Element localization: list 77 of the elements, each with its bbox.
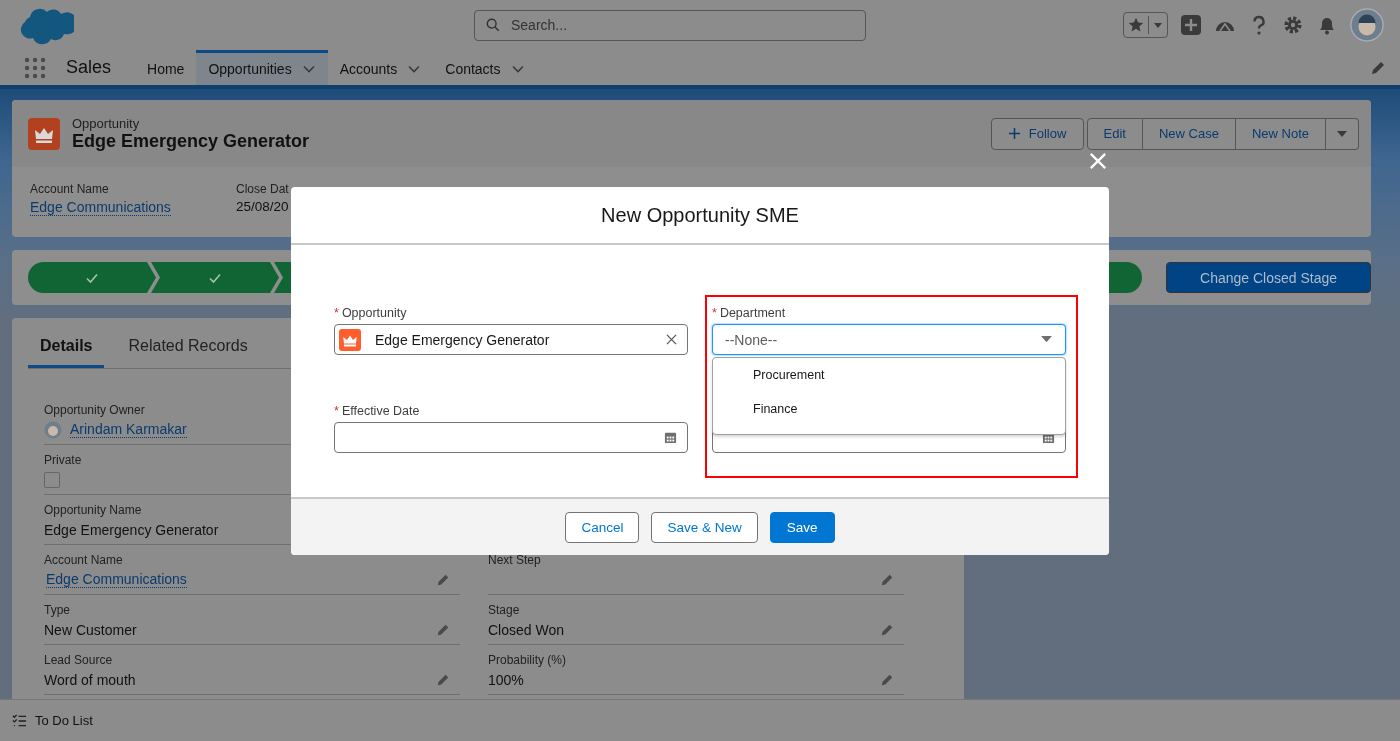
field-label: Account Name [44, 552, 123, 567]
clear-icon[interactable] [666, 334, 677, 345]
crown-icon [339, 328, 361, 351]
plus-icon[interactable] [1180, 14, 1202, 36]
account-link[interactable]: Edge Communications [46, 571, 187, 588]
app-launcher-icon[interactable] [24, 56, 46, 79]
pencil-icon[interactable] [436, 622, 450, 637]
field-label: Effective Date [341, 404, 420, 418]
app-name: Sales [66, 57, 112, 78]
date-field[interactable] [334, 422, 688, 453]
field-value: 25/08/20 [236, 199, 290, 214]
dropdown-option[interactable]: Finance [713, 398, 1065, 424]
field-label: Opportunity Owner [44, 402, 145, 417]
field-label: Stage [488, 602, 520, 617]
action-button[interactable]: New Case [1142, 117, 1236, 150]
crown-icon [28, 117, 60, 150]
record-title: Edge Emergency Generator [72, 130, 310, 152]
change-stage-button[interactable]: Change Closed Stage [1166, 262, 1371, 293]
account-link[interactable]: Edge Communications [30, 199, 171, 216]
field-label: Probability (%) [488, 652, 567, 667]
required-mark: * [334, 404, 339, 418]
nav-tab[interactable]: Accounts [327, 50, 434, 85]
field-value: Word of mouth [44, 671, 136, 688]
field-value: New Customer [44, 621, 137, 638]
required-mark: * [712, 306, 717, 320]
required-mark: * [334, 306, 339, 320]
nav-tab[interactable]: Opportunities [196, 50, 328, 85]
user-link[interactable]: Arindam Karmakar [70, 421, 187, 438]
action-button[interactable]: Edit [1086, 117, 1143, 150]
path-step[interactable] [28, 262, 156, 293]
field-label: Type [44, 602, 70, 617]
field-value: Closed Won [488, 621, 564, 638]
utility-item[interactable]: To Do List [35, 713, 93, 728]
avatar-icon[interactable] [1350, 8, 1384, 42]
detail-tab[interactable]: Details [28, 337, 105, 368]
avatar-icon [44, 420, 62, 439]
follow-button[interactable]: Follow [990, 117, 1084, 150]
close-icon[interactable] [1089, 152, 1107, 170]
search-icon [486, 17, 500, 32]
modal-title: New Opportunity SME [601, 203, 799, 227]
record-type: Opportunity [72, 115, 141, 131]
settings-icon[interactable] [1282, 14, 1304, 36]
caret-icon [1040, 335, 1053, 344]
calendar-icon[interactable] [664, 431, 677, 444]
picklist-field[interactable]: --None-- [712, 324, 1066, 355]
dropdown-option[interactable]: Procurement [713, 364, 1065, 390]
nav-tab[interactable]: Contacts [433, 50, 537, 85]
field-label: Lead Source [44, 652, 113, 667]
nav-tab[interactable]: Home [135, 50, 197, 85]
field-value: Edge Emergency Generator [44, 521, 219, 538]
action-button[interactable]: New Note [1235, 117, 1326, 150]
field-label: Opportunity [341, 306, 407, 320]
detail-tab[interactable]: Related Records [116, 337, 260, 368]
pencil-icon[interactable] [436, 672, 450, 687]
field-label: Next Step [488, 552, 541, 567]
favorites-button[interactable] [1123, 12, 1168, 38]
pencil-icon[interactable] [880, 622, 894, 637]
footer-button[interactable]: Save & New [651, 511, 758, 543]
field-label: Department [719, 306, 786, 320]
field-label: Account Name [30, 182, 109, 196]
field-label: Private [44, 452, 82, 467]
path-step[interactable] [151, 262, 279, 293]
field-label: Opportunity Name [44, 502, 142, 517]
plus-icon [1007, 127, 1021, 140]
lookup-field[interactable]: Edge Emergency Generator [334, 324, 688, 355]
search-field[interactable]: Search... [474, 9, 866, 41]
footer-button[interactable]: Cancel [565, 511, 640, 543]
checklist-icon [12, 713, 27, 728]
pencil-icon[interactable] [880, 572, 894, 587]
save-button[interactable]: Save [769, 511, 835, 543]
pencil-icon[interactable] [880, 672, 894, 687]
field-label: Close Dat [236, 182, 289, 196]
more-actions-button[interactable] [1326, 117, 1359, 150]
pencil-icon[interactable] [436, 572, 450, 587]
pencil-icon[interactable] [1370, 59, 1386, 76]
field-value: 100% [488, 671, 524, 688]
checkbox[interactable] [44, 471, 60, 488]
